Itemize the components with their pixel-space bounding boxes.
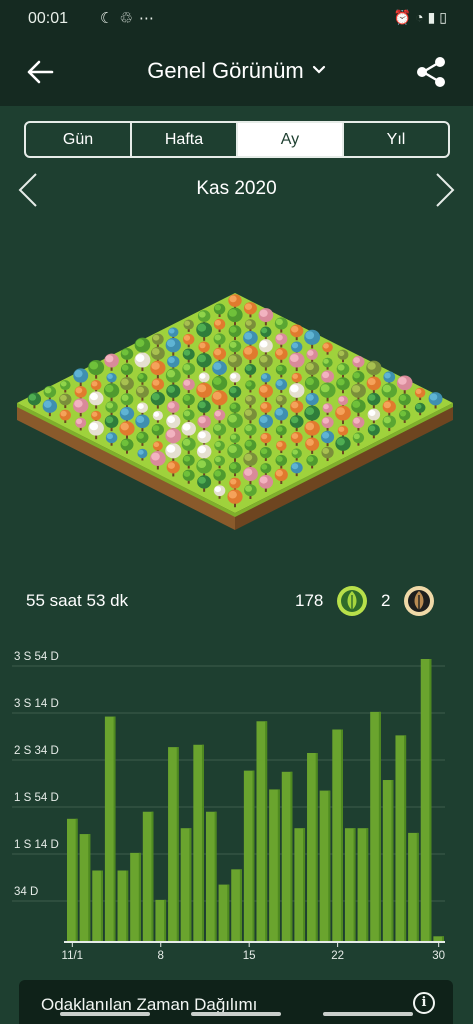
bar-shade: [227, 884, 230, 941]
bar-shade: [214, 811, 217, 941]
bar-shade: [176, 747, 179, 941]
x-tick-label: 11/1: [62, 950, 84, 962]
bar-shade: [126, 870, 129, 941]
period-navigation: Kas 2020: [0, 168, 473, 212]
y-tick-label: 3 S 14 D: [14, 698, 59, 710]
bar-shade: [265, 721, 268, 941]
info-icon[interactable]: i: [413, 992, 435, 1014]
chevron-right-icon: [436, 173, 455, 207]
bar-shade: [290, 771, 293, 941]
bar-shade: [378, 711, 381, 941]
y-tick-label: 2 S 34 D: [14, 745, 59, 757]
y-tick-label: 1 S 14 D: [14, 839, 59, 851]
total-focus-time: 55 saat 53 dk: [26, 591, 129, 610]
forest-illustration: [17, 293, 453, 530]
bar-shade: [100, 870, 103, 941]
bar-shade: [75, 818, 78, 941]
view-selector[interactable]: Genel Görünüm: [0, 58, 473, 84]
bar-shade: [353, 828, 356, 941]
bar-shade: [303, 828, 306, 941]
gesture-bar-center: [191, 1012, 281, 1016]
tab-week[interactable]: Hafta: [132, 123, 238, 156]
status-left-icons: ☾♲⋯: [100, 9, 160, 27]
signal-icon: ▮: [427, 9, 440, 25]
focus-summary: 55 saat 53 dk 178 2: [0, 585, 473, 619]
bar-shade: [442, 936, 444, 941]
dead-tree-icon: [404, 586, 434, 616]
bar-shade: [151, 811, 154, 941]
bar-shade: [340, 729, 343, 941]
wifi-icon: ◔: [415, 9, 428, 25]
x-tick-label: 22: [331, 950, 344, 962]
bar-shade: [201, 744, 204, 941]
share-button[interactable]: [413, 54, 449, 90]
daily-focus-chart: 34 D 1 S 14 D 1 S 54 D 2 S 34 D 3 S 14 D 3 S …: [12, 651, 445, 962]
status-time: 00:01: [28, 10, 69, 27]
status-right-icons: ⏰◔▮▯: [394, 9, 451, 26]
x-tick-label: 15: [243, 950, 256, 962]
app-bar: Genel Görünüm: [0, 38, 473, 106]
recycle-icon: ♲: [119, 10, 139, 27]
tree-count: 178: [295, 591, 324, 610]
period-tabs: Gün Hafta Ay Yıl: [24, 121, 450, 158]
tab-month[interactable]: Ay: [238, 123, 344, 156]
status-bar: 00:01 ☾♲⋯ ⏰◔▮▯: [0, 0, 473, 38]
bar-shade: [315, 753, 318, 941]
bar-shade: [277, 789, 280, 941]
x-tick-label: 8: [158, 950, 164, 962]
dead-tree-count: 2: [381, 591, 391, 610]
bar-shade: [88, 834, 91, 941]
bar-shade: [138, 852, 141, 941]
bar-shade: [404, 735, 407, 941]
y-tick-label: 1 S 54 D: [14, 792, 59, 804]
x-tick-label: 30: [432, 950, 445, 962]
bar-shade: [252, 770, 255, 941]
healthy-tree-icon: [337, 586, 367, 616]
bar-shade: [366, 828, 369, 941]
gesture-bar-left: [60, 1012, 150, 1016]
bar-shade: [164, 899, 167, 941]
page-title: Genel Görünüm: [147, 58, 304, 83]
next-period-button[interactable]: [429, 170, 459, 210]
bar-shade: [328, 790, 331, 941]
tab-year[interactable]: Yıl: [344, 123, 448, 156]
focus-distribution-card[interactable]: Odaklanılan Zaman Dağılımı i: [19, 980, 453, 1024]
period-label: Kas 2020: [196, 178, 277, 199]
moon-icon: ☾: [100, 10, 120, 27]
more-icon: ⋯: [138, 10, 160, 27]
battery-icon: ▯: [439, 9, 451, 25]
chevron-down-icon: [312, 62, 326, 78]
bar-shade: [189, 828, 192, 941]
bar-shade: [391, 780, 394, 941]
gesture-bar-right: [323, 1012, 413, 1016]
y-tick-label: 3 S 54 D: [14, 651, 59, 663]
tab-day[interactable]: Gün: [26, 123, 132, 156]
bar-shade: [429, 659, 432, 941]
y-tick-label: 34 D: [14, 886, 38, 898]
share-icon: [417, 57, 445, 87]
bar-shade: [416, 832, 419, 941]
alarm-icon: ⏰: [393, 9, 416, 25]
bar-shade: [113, 716, 116, 941]
bar-shade: [239, 869, 242, 941]
